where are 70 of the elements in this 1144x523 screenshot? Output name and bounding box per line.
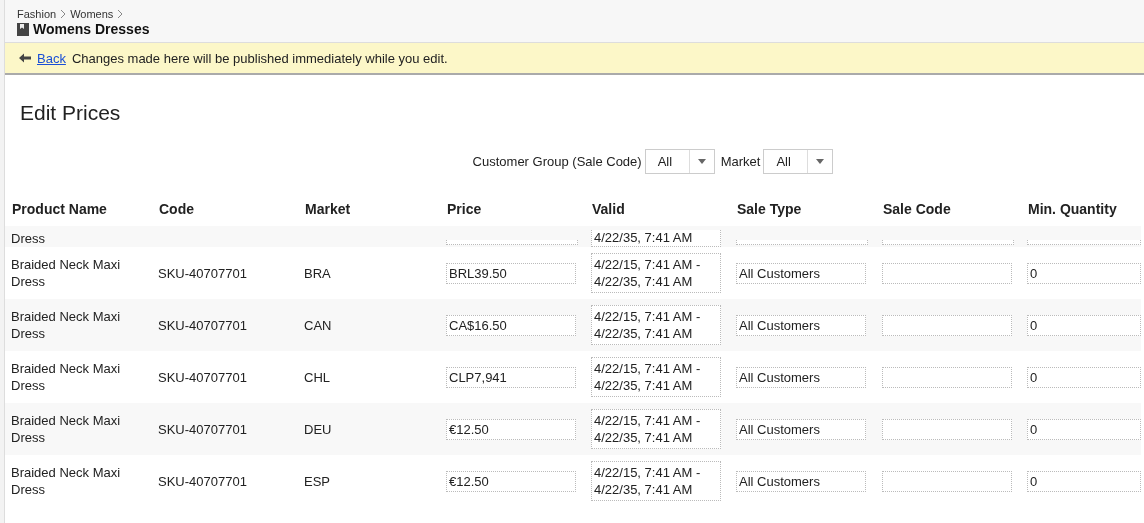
table-cell: SKU-40707701 bbox=[158, 264, 247, 282]
sale-code-field[interactable] bbox=[882, 314, 1012, 336]
sale-type-field[interactable]: All Customers bbox=[736, 314, 866, 336]
column-header: Price bbox=[446, 204, 483, 219]
column-header: Product Name bbox=[11, 204, 108, 219]
sale-type-field[interactable]: All Customers bbox=[736, 418, 866, 440]
valid-field[interactable]: 4/22/15, 7:41 AM - 4/22/35, 7:41 AM bbox=[591, 357, 721, 397]
filter-dropdown[interactable]: All bbox=[763, 149, 834, 174]
page-title: Womens Dresses bbox=[33, 21, 150, 37]
sale-code-field[interactable] bbox=[882, 366, 1012, 388]
valid-field[interactable]: 4/22/15, 7:41 AM - 4/22/35, 7:41 AM bbox=[591, 461, 721, 501]
valid-field[interactable]: 4/22/15, 7:41 AM - 4/22/35, 7:41 AM bbox=[591, 253, 721, 293]
price-field[interactable]: €12.50 bbox=[446, 418, 576, 440]
quantity-field[interactable]: 0 bbox=[1027, 366, 1141, 388]
table-cell: ESP bbox=[304, 472, 330, 490]
filter-label: Market bbox=[720, 154, 761, 169]
table-cell-text: Braided Neck Maxi Dress bbox=[11, 412, 122, 446]
filter-dropdown[interactable]: All bbox=[644, 149, 715, 174]
sale-type-field[interactable] bbox=[736, 240, 868, 245]
table-cell: CHL bbox=[304, 368, 330, 386]
quantity-field[interactable]: 0 bbox=[1027, 470, 1141, 492]
valid-field[interactable]: 4/22/15, 7:41 AM - 4/22/35, 7:41 AM bbox=[591, 409, 721, 449]
table-cell-text: Braided Neck Maxi Dress bbox=[11, 308, 122, 342]
sale-type-field[interactable]: All Customers bbox=[736, 262, 866, 284]
sale-type-field[interactable]: All Customers bbox=[736, 470, 866, 492]
back-arrow-icon bbox=[19, 53, 31, 63]
quantity-field[interactable]: 0 bbox=[1027, 418, 1141, 440]
table-cell: Dress bbox=[11, 230, 45, 247]
table-cell: CAN bbox=[304, 316, 332, 334]
sale-code-field[interactable] bbox=[882, 262, 1012, 284]
price-field[interactable]: BRL39.50 bbox=[446, 262, 576, 284]
valid-field[interactable]: 4/22/15, 7:41 AM - 4/22/35, 7:41 AM bbox=[591, 305, 721, 345]
price-field[interactable] bbox=[446, 240, 578, 245]
back-link[interactable]: Back bbox=[37, 50, 66, 66]
price-field[interactable]: €12.50 bbox=[446, 470, 576, 492]
sale-code-field[interactable] bbox=[882, 418, 1012, 440]
table-cell-text: Braided Neck Maxi Dress bbox=[11, 360, 122, 394]
table-cell: SKU-40707701 bbox=[158, 420, 247, 438]
table-cell: BRA bbox=[304, 264, 331, 282]
sale-code-field[interactable] bbox=[882, 470, 1012, 492]
column-header: Valid bbox=[591, 204, 626, 219]
quantity-field[interactable]: 0 bbox=[1027, 262, 1141, 284]
breadcrumb-link[interactable]: Womens bbox=[70, 8, 114, 20]
page-heading: Edit Prices bbox=[20, 101, 122, 125]
table-cell: SKU-40707701 bbox=[158, 368, 247, 386]
column-header: Sale Code bbox=[882, 204, 952, 219]
caret-icon bbox=[816, 159, 825, 164]
table-cell-text: Braided Neck Maxi Dress bbox=[11, 256, 122, 290]
quantity-field[interactable] bbox=[1027, 240, 1141, 245]
sale-code-field[interactable] bbox=[882, 240, 1014, 245]
sale-type-field[interactable]: All Customers bbox=[736, 366, 866, 388]
chevron-right-icon bbox=[116, 9, 125, 19]
filter-label: Customer Group (Sale Code) bbox=[472, 154, 642, 169]
table-cell: DEU bbox=[304, 420, 332, 438]
breadcrumb-link[interactable]: Fashion bbox=[17, 8, 57, 20]
price-field[interactable]: CA$16.50 bbox=[446, 314, 576, 336]
column-header: Code bbox=[158, 204, 195, 219]
table-cell: SKU-40707701 bbox=[158, 316, 247, 334]
column-header: Market bbox=[304, 204, 352, 219]
caret-icon bbox=[697, 159, 706, 164]
table-cell: SKU-40707701 bbox=[158, 472, 247, 490]
valid-field[interactable]: 4/22/35, 7:41 AM bbox=[591, 230, 721, 247]
bookmark-icon bbox=[17, 22, 29, 36]
table-cell-text: Braided Neck Maxi Dress bbox=[11, 464, 122, 498]
column-header: Min. Quantity bbox=[1027, 204, 1118, 219]
chevron-right-icon bbox=[59, 9, 68, 19]
notice-message: Changes made here will be published immediately while you edit. bbox=[71, 50, 448, 66]
column-header: Sale Type bbox=[736, 204, 803, 219]
quantity-field[interactable]: 0 bbox=[1027, 314, 1141, 336]
price-field[interactable]: CLP7,941 bbox=[446, 366, 576, 388]
